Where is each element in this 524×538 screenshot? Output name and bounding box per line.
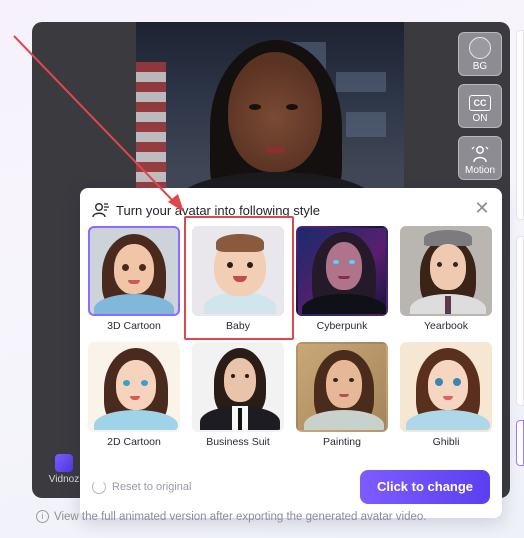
style-option-cyberpunk[interactable]: Cyberpunk bbox=[296, 226, 388, 332]
style-thumbnail bbox=[88, 226, 180, 316]
style-option-business-suit[interactable]: Business Suit bbox=[192, 342, 284, 448]
side-panel-edge bbox=[516, 236, 524, 406]
style-label: Business Suit bbox=[206, 436, 270, 448]
style-label: 2D Cartoon bbox=[107, 436, 161, 448]
side-panel-edge-active bbox=[516, 420, 524, 466]
style-thumbnail bbox=[400, 342, 492, 432]
circle-icon bbox=[469, 37, 491, 59]
side-panel-edge bbox=[516, 30, 524, 220]
reset-icon bbox=[92, 480, 106, 494]
style-thumbnail bbox=[400, 226, 492, 316]
style-option-2d-cartoon[interactable]: 2D Cartoon bbox=[88, 342, 180, 448]
vidnoz-logo-icon bbox=[55, 454, 73, 472]
style-thumbnail bbox=[296, 342, 388, 432]
captions-toggle-button[interactable]: CC ON bbox=[458, 84, 502, 128]
annotation-highlight-box bbox=[184, 216, 294, 340]
style-option-3d-cartoon[interactable]: 3D Cartoon bbox=[88, 226, 180, 332]
avatar-face bbox=[228, 52, 322, 172]
style-label: Cyberpunk bbox=[316, 320, 368, 332]
click-to-change-button[interactable]: Click to change bbox=[360, 470, 490, 504]
cc-icon: CC bbox=[469, 95, 491, 111]
style-option-painting[interactable]: Painting bbox=[296, 342, 388, 448]
style-thumbnail bbox=[296, 226, 388, 316]
bg-button[interactable]: BG bbox=[458, 32, 502, 76]
style-option-ghibli[interactable]: Ghibli bbox=[400, 342, 492, 448]
style-label: Ghibli bbox=[432, 436, 460, 448]
preview-background bbox=[136, 22, 404, 212]
reset-to-original-button[interactable]: Reset to original bbox=[92, 480, 192, 494]
brand-name: Vidnoz bbox=[48, 474, 80, 485]
style-label: 3D Cartoon bbox=[107, 320, 161, 332]
person-motion-icon bbox=[470, 145, 490, 163]
info-icon: i bbox=[36, 510, 49, 523]
style-label: Yearbook bbox=[424, 320, 468, 332]
export-info-note: i View the full animated version after e… bbox=[36, 510, 427, 523]
style-thumbnail bbox=[192, 342, 284, 432]
style-option-yearbook[interactable]: Yearbook bbox=[400, 226, 492, 332]
style-label: Painting bbox=[323, 436, 361, 448]
user-style-icon bbox=[92, 203, 109, 218]
style-thumbnail bbox=[88, 342, 180, 432]
brand-logo: Vidnoz bbox=[46, 454, 82, 485]
motion-button[interactable]: Motion bbox=[458, 136, 502, 180]
close-icon[interactable]: ✕ bbox=[474, 199, 490, 217]
